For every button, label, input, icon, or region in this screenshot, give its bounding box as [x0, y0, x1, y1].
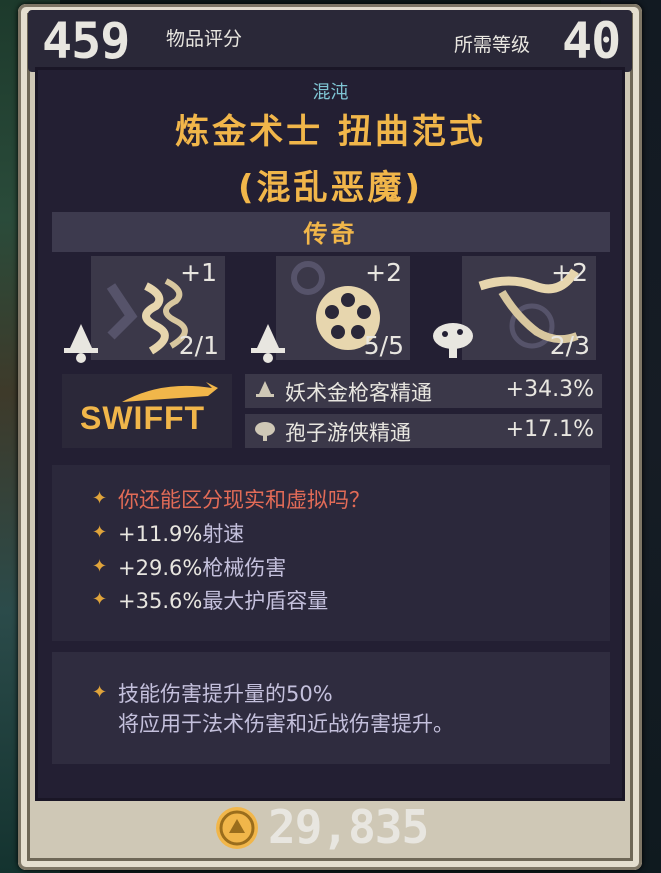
- element-type: 混沌: [312, 82, 349, 103]
- witch-hat-icon: [64, 324, 98, 363]
- stat-label: 射速: [202, 522, 245, 546]
- sparkle-bullet-icon: ✦: [92, 488, 108, 509]
- skill-rank: 2/1: [178, 331, 219, 360]
- mastery-row: 妖术金枪客精通 +34.3%: [245, 374, 602, 408]
- stat-value: +11.9%: [118, 522, 203, 546]
- stat-value: +29.6%: [118, 556, 203, 580]
- stat-label: 最大护盾容量: [202, 589, 329, 613]
- item-score-value: 459: [42, 12, 130, 70]
- price-value: 29,835: [268, 800, 429, 854]
- sparkle-bullet-icon: ✦: [92, 589, 108, 610]
- stat-value: +35.6%: [118, 589, 203, 613]
- mushroom-icon: [255, 422, 275, 441]
- passive-line-2: 将应用于法术伤害和近战伤害提升。: [118, 712, 454, 736]
- skill-rank: 2/3: [549, 331, 590, 360]
- mastery-value: +17.1%: [505, 417, 594, 442]
- stat-line: +11.9%射速: [118, 518, 244, 548]
- sparkle-bullet-icon: ✦: [92, 682, 108, 703]
- witch-hat-icon: [256, 381, 274, 397]
- flavor-text: 你还能区分现实和虚拟吗？: [118, 488, 370, 512]
- required-level-value: 40: [562, 12, 621, 70]
- rarity-label: 传奇: [303, 220, 358, 248]
- item-name: 炼金术士 扭曲范式: [175, 112, 486, 152]
- skill-bonus: +2: [365, 258, 402, 287]
- item-name-subtitle: (混乱恶魔): [237, 168, 424, 208]
- skill-slot-2[interactable]: +2 5/5: [276, 256, 410, 360]
- stat-line: +35.6%最大护盾容量: [118, 585, 328, 615]
- mastery-row: 孢子游侠精通 +17.1%: [245, 414, 602, 448]
- item-score-label: 物品评分: [166, 28, 243, 50]
- stat-line: +29.6%枪械伤害: [118, 552, 286, 582]
- mastery-value: +34.3%: [505, 377, 594, 402]
- mushroom-icon: [433, 323, 473, 358]
- sparkle-bullet-icon: ✦: [92, 556, 108, 577]
- manufacturer-name: SWIFFT: [80, 400, 206, 436]
- stat-label: 枪械伤害: [202, 556, 287, 580]
- skill-slot-3[interactable]: +2 2/3: [462, 256, 596, 360]
- skill-rank: 5/5: [363, 331, 404, 360]
- mastery-label: 妖术金枪客精通: [285, 381, 432, 405]
- required-level-label: 所需等级: [454, 34, 531, 56]
- mastery-label: 孢子游侠精通: [285, 421, 411, 445]
- witch-hat-icon: [251, 324, 285, 363]
- coin-icon: [216, 807, 258, 849]
- passive-line-1: 技能伤害提升量的50%: [118, 682, 333, 706]
- sparkle-bullet-icon: ✦: [92, 522, 108, 543]
- skill-bonus: +2: [551, 258, 588, 287]
- skill-bonus: +1: [180, 258, 217, 287]
- skill-slot-1[interactable]: +1 2/1: [91, 256, 225, 360]
